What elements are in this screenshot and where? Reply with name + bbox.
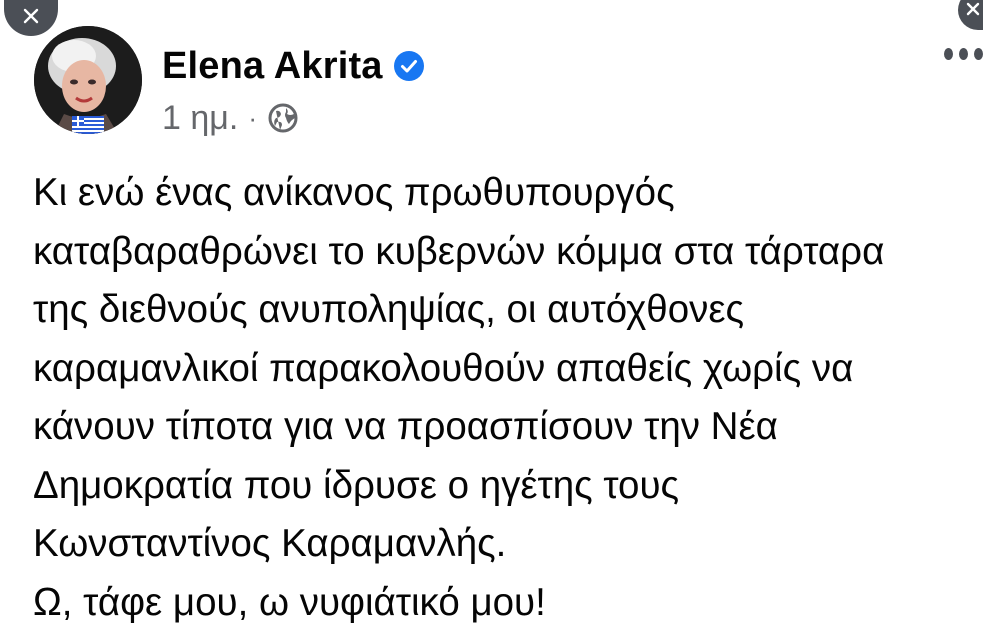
post-meta: 1 ημ. · [162, 96, 299, 140]
more-dot [944, 48, 953, 60]
meta-separator: · [248, 102, 257, 133]
post-timestamp[interactable]: 1 ημ. [162, 99, 238, 138]
post-text-line: καταβαραθρώνει το κυβερνών κόμμα στα τάρ… [33, 229, 885, 273]
close-button[interactable] [4, 0, 58, 36]
verified-badge-icon [393, 50, 425, 82]
profile-photo [34, 26, 142, 134]
post-text-line: κάνουν τίποτα για να προασπίσουν την Νέα [33, 405, 778, 448]
post-text-line: Ω, τάφε μου, ω νυφιάτικό μου! [33, 580, 546, 624]
more-dot [974, 48, 983, 60]
more-options-icon[interactable] [944, 44, 983, 64]
post-text: Κι ενώ ένας ανίκανος πρωθυπουργός καταβα… [33, 164, 978, 627]
greek-flag [72, 116, 104, 134]
post-text-line: καραμανλικοί παρακολουθούν απαθείς χωρίς… [33, 346, 854, 390]
post-text-line: Κι ενώ ένας ανίκανος πρωθυπουργός [33, 171, 675, 214]
close-icon [23, 8, 39, 24]
globe-icon [267, 102, 299, 134]
close-icon [966, 2, 980, 16]
close-button-secondary[interactable] [958, 0, 983, 30]
author-row: Elena Akrita [162, 42, 425, 90]
post-text-line: της διεθνούς ανυποληψίας, οι αυτόχθονες [33, 288, 745, 331]
author-name[interactable]: Elena Akrita [162, 45, 383, 88]
avatar[interactable] [34, 26, 142, 134]
more-dot [959, 48, 968, 60]
post-text-line: Δημοκρατία που ίδρυσε ο ηγέτης τους [33, 463, 680, 507]
post-text-line: Κωνσταντίνος Καραμανλής. [33, 522, 507, 565]
